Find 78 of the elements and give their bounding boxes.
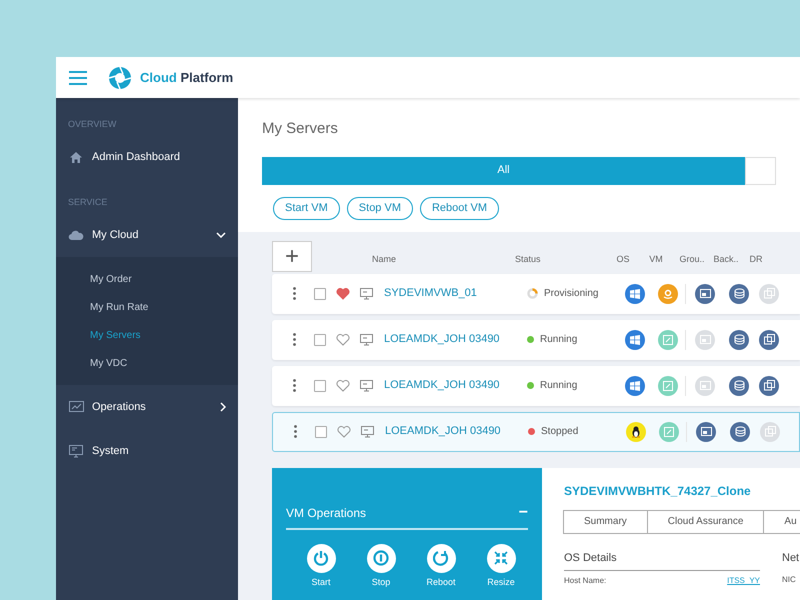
monitor-icon[interactable] (361, 426, 374, 438)
monitor-icon (68, 444, 84, 458)
reboot-button[interactable] (426, 544, 456, 572)
status-text: Running (540, 333, 578, 347)
table-row[interactable]: LOEAMDK_JOH 03490 Stopped (272, 412, 800, 452)
section-heading: SERVICE (67, 196, 108, 208)
column-header: VM (648, 253, 664, 266)
sidebar-item[interactable]: Operations (92, 398, 212, 416)
tab[interactable]: Summary (563, 510, 648, 534)
server-name-link[interactable]: LOEAMDK_JOH 03490 (384, 377, 527, 394)
chevron-down-icon[interactable] (216, 232, 226, 238)
tab[interactable]: Au (763, 510, 800, 534)
button-label: Stop (372, 576, 390, 589)
brand-name: Cloud Platform (140, 68, 234, 87)
home-icon (68, 151, 84, 164)
heart-outline-icon[interactable] (336, 380, 350, 392)
column-header: Back.. (712, 253, 740, 266)
cloud-icon (68, 230, 84, 240)
sidebar-item[interactable]: System (92, 442, 226, 460)
field-label: NIC (782, 574, 797, 586)
column-header: DR (748, 253, 764, 266)
row-checkbox[interactable] (315, 426, 327, 438)
row-checkbox[interactable] (314, 288, 326, 300)
row-checkbox[interactable] (314, 334, 326, 346)
panel-title: VM Operations (286, 504, 366, 522)
action-button[interactable]: Start VM (273, 196, 340, 220)
heart-outline-icon[interactable] (336, 334, 350, 346)
server-name-link[interactable]: LOEAMDK_JOH 03490 (385, 423, 528, 440)
table-row[interactable]: LOEAMDK_JOH 03490 Running (272, 366, 800, 406)
restart-icon (433, 550, 449, 566)
progress-ring-icon (527, 288, 538, 299)
sidebar-item[interactable]: Admin Dashboard (92, 149, 226, 166)
monitor-icon[interactable] (360, 288, 373, 300)
submenu-item[interactable]: My Order (56, 265, 238, 293)
column-header: Grou.. (678, 253, 706, 266)
submenu-item[interactable]: My Servers (56, 321, 238, 349)
stop-icon (373, 550, 389, 566)
section-heading: OVERVIEW (67, 118, 118, 131)
button-label: Reboot (426, 576, 456, 588)
field-label: Host Name: (564, 575, 606, 587)
server-title: SYDEVIMVWBHTK_74327_Clone (564, 482, 752, 500)
aperture-logo-icon (108, 66, 132, 90)
column-header: OS (615, 253, 630, 266)
page-title: My Servers (261, 119, 339, 139)
power-icon (313, 550, 329, 566)
monitor-icon[interactable] (360, 380, 373, 392)
section-heading: OS Details (564, 550, 760, 571)
heart-outline-icon[interactable] (337, 426, 351, 438)
column-header: Name (372, 253, 398, 266)
stop-button[interactable] (366, 544, 396, 572)
compress-arrows-icon (493, 550, 509, 566)
button-label: Resize (487, 576, 515, 588)
start-button[interactable] (306, 544, 336, 572)
row-checkbox[interactable] (314, 380, 326, 392)
action-button[interactable]: Reboot VM (420, 196, 500, 220)
status-text: Provisioning (544, 287, 598, 301)
column-header: Status (515, 253, 542, 266)
table-row[interactable]: LOEAMDK_JOH 03490 Running (272, 320, 800, 360)
add-button[interactable]: + (272, 241, 312, 272)
server-name-link[interactable]: LOEAMDK_JOH 03490 (384, 331, 527, 348)
menu-icon[interactable] (68, 70, 88, 84)
section-heading: Net (782, 550, 800, 566)
monitor-icon[interactable] (360, 334, 373, 346)
chevron-right-icon[interactable] (220, 402, 226, 412)
field-value: ITSS_YY (727, 575, 760, 587)
submenu-item[interactable]: My VDC (56, 349, 238, 377)
submenu-item[interactable]: My Run Rate (56, 293, 238, 321)
action-button[interactable]: Stop VM (346, 196, 413, 220)
status-text: Stopped (541, 425, 578, 439)
sidebar-item[interactable]: My Cloud (92, 226, 208, 244)
table-row[interactable]: SYDEVIMVWB_01 Provisioning (272, 274, 800, 314)
tab[interactable]: Cloud Assurance (646, 510, 764, 534)
server-name-link[interactable]: SYDEVIMVWB_01 (384, 285, 527, 302)
button-label: Start (311, 576, 330, 588)
status-text: Running (540, 379, 578, 393)
heart-filled-icon[interactable] (336, 288, 350, 300)
chart-icon (68, 401, 84, 413)
resize-button[interactable] (486, 544, 516, 572)
